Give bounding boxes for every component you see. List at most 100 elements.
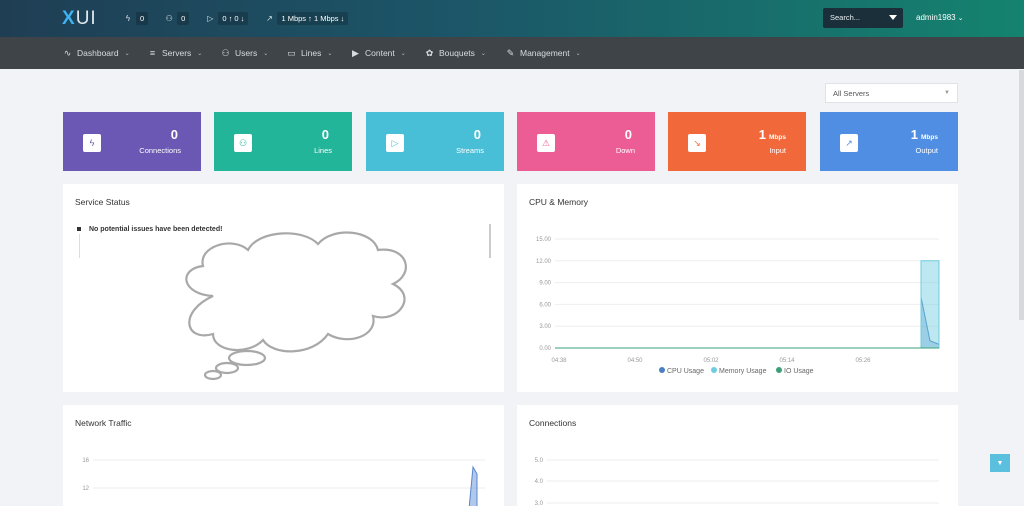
play-icon: ▷ (207, 14, 214, 23)
trend-up-icon: ↗ (840, 134, 858, 152)
card-label: Down (615, 146, 635, 155)
chevron-down-icon: ⌄ (575, 50, 581, 57)
top-stat-streams: ▷ 0 ↑ 0 ↓ (200, 9, 253, 28)
chevron-down-icon: ▼ (996, 459, 1004, 467)
y-tick-label: 4.0 (535, 479, 544, 485)
card-number: 1 (758, 127, 767, 142)
flower-icon: ✿ (425, 47, 434, 58)
connections-panel: Connections 5.0 4.0 3.0 (517, 405, 958, 506)
chevron-down-icon: ⌄ (957, 15, 964, 22)
nav-label: Management (520, 48, 570, 58)
top-bar: XUI ϟ 0 ⚇ 0 ▷ 0 ↑ 0 ↓ ↗ 1 Mbps ↑ 1 Mbps … (0, 0, 1024, 37)
top-stat-connections: ϟ 0 (118, 9, 153, 28)
card-value: 0 (171, 127, 181, 142)
top-stat-value: 0 (177, 12, 190, 25)
card-number: 1 (910, 127, 919, 142)
search-dropdown[interactable]: Search... (823, 8, 903, 28)
card-value: 0 (474, 127, 484, 142)
play-icon: ▶ (352, 47, 359, 58)
card-label: Connections (139, 146, 181, 155)
nav-item-management[interactable]: ✎ Management ⌄ (505, 37, 581, 69)
scroll-down-button[interactable]: ▼ (990, 454, 1010, 472)
card-value: 0 (322, 127, 332, 142)
search-label: Search... (830, 13, 861, 22)
card-label: Input (769, 146, 786, 155)
server-select[interactable]: All Servers ▼ (825, 83, 958, 103)
connections-chart: 5.0 4.0 3.0 (535, 458, 939, 506)
cpu-memory-panel: CPU & Memory 15.00 12.00 9.00 6.00 3.00 0.00 0… (517, 184, 958, 392)
chevron-down-icon: ⌄ (197, 50, 203, 57)
nav-item-dashboard[interactable]: ∿ Dashboard ⌄ (62, 37, 130, 69)
y-tick-label: 12.00 (536, 259, 552, 265)
chevron-down-icon: ⌄ (400, 50, 406, 57)
card-number: 0 (170, 127, 178, 142)
chevron-down-icon: ⌄ (327, 50, 333, 57)
wrench-icon: ✎ (506, 47, 515, 58)
nav-label: Content (365, 48, 395, 58)
play-icon: ▷ (386, 134, 404, 152)
card-lines[interactable]: ⚇ 0 Lines (214, 112, 352, 171)
x-tick-label: 05:02 (703, 358, 719, 364)
top-stats: ϟ 0 ⚇ 0 ▷ 0 ↑ 0 ↓ ↗ 1 Mbps ↑ 1 Mbps ↓ (118, 0, 353, 37)
card-output[interactable]: ↗ 1 Mbps Output (820, 112, 958, 171)
card-unit: Mbps (921, 134, 938, 141)
main-nav: ∿ Dashboard ⌄ ≡ Servers ⌄ ⚇ Users ⌄ ▭ Li… (0, 37, 1024, 69)
nav-label: Users (235, 48, 258, 58)
card-streams[interactable]: ▷ 0 Streams (366, 112, 504, 171)
y-tick-label: 12 (82, 486, 89, 492)
nav-item-content[interactable]: ▶ Content ⌄ (350, 37, 406, 69)
y-tick-label: 16 (82, 458, 89, 464)
nav-item-lines[interactable]: ▭ Lines ⌄ (286, 37, 332, 69)
x-tick-label: 04:38 (551, 358, 567, 364)
nav-item-bouquets[interactable]: ✿ Bouquets ⌄ (424, 37, 486, 69)
list-icon: ≡ (149, 48, 156, 58)
legend-label[interactable]: CPU Usage (667, 368, 704, 375)
users-icon: ⚇ (234, 134, 252, 152)
y-tick-label: 6.00 (539, 302, 551, 308)
users-icon: ⚇ (165, 14, 173, 23)
activity-icon: ∿ (63, 47, 72, 58)
card-number: 0 (473, 127, 481, 142)
card-input[interactable]: ↘ 1 Mbps Input (668, 112, 806, 171)
nav-item-servers[interactable]: ≡ Servers ⌄ (147, 37, 202, 69)
nav-label: Servers (162, 48, 192, 58)
nav-label: Bouquets (439, 48, 475, 58)
user-menu[interactable]: admin1983 ⌄ (916, 13, 963, 22)
card-unit: Mbps (769, 134, 786, 141)
y-tick-label: 3.00 (539, 324, 551, 330)
x-tick-label: 05:14 (779, 358, 795, 364)
legend-label[interactable]: IO Usage (784, 368, 814, 375)
card-down[interactable]: ⚠ 0 Down (517, 112, 655, 171)
user-name: admin1983 (916, 13, 956, 22)
y-tick-label: 15.00 (536, 237, 552, 243)
y-tick-label: 3.0 (535, 501, 544, 506)
caret-down-icon: ▼ (944, 90, 950, 96)
card-connections[interactable]: ϟ 0 Connections (63, 112, 201, 171)
chevron-down-icon: ⌄ (480, 50, 486, 57)
y-tick-label: 9.00 (539, 281, 551, 287)
x-tick-label: 05:26 (855, 358, 871, 364)
bolt-icon: ϟ (83, 134, 101, 152)
chevron-down-icon: ⌄ (124, 50, 130, 57)
legend-label[interactable]: Memory Usage (719, 368, 767, 375)
logo-ui: UI (75, 8, 97, 29)
legend-marker (659, 367, 665, 373)
chevron-down-icon: ⌄ (263, 50, 269, 57)
trend-down-icon: ↘ (688, 134, 706, 152)
top-stat-bandwidth: ↗ 1 Mbps ↑ 1 Mbps ↓ (259, 9, 353, 28)
service-status-panel: Service Status No potential issues have … (63, 184, 504, 392)
nav-item-users[interactable]: ⚇ Users ⌄ (220, 37, 268, 69)
brand-logo[interactable]: XUI (62, 8, 97, 30)
network-traffic-panel: Network Traffic 16 12 (63, 405, 504, 506)
page-scrollbar[interactable] (1019, 70, 1024, 320)
users-icon: ⚇ (221, 47, 230, 58)
x-tick-label: 04:50 (627, 358, 643, 364)
legend-marker (776, 367, 782, 373)
top-stat-value: 1 Mbps ↑ 1 Mbps ↓ (277, 12, 349, 25)
card-label: Streams (456, 146, 484, 155)
caret-down-icon (889, 15, 897, 20)
top-stat-value: 0 (136, 12, 149, 25)
y-tick-label: 0.00 (539, 346, 551, 352)
card-number: 0 (321, 127, 329, 142)
card-value: 1 Mbps (759, 127, 786, 142)
